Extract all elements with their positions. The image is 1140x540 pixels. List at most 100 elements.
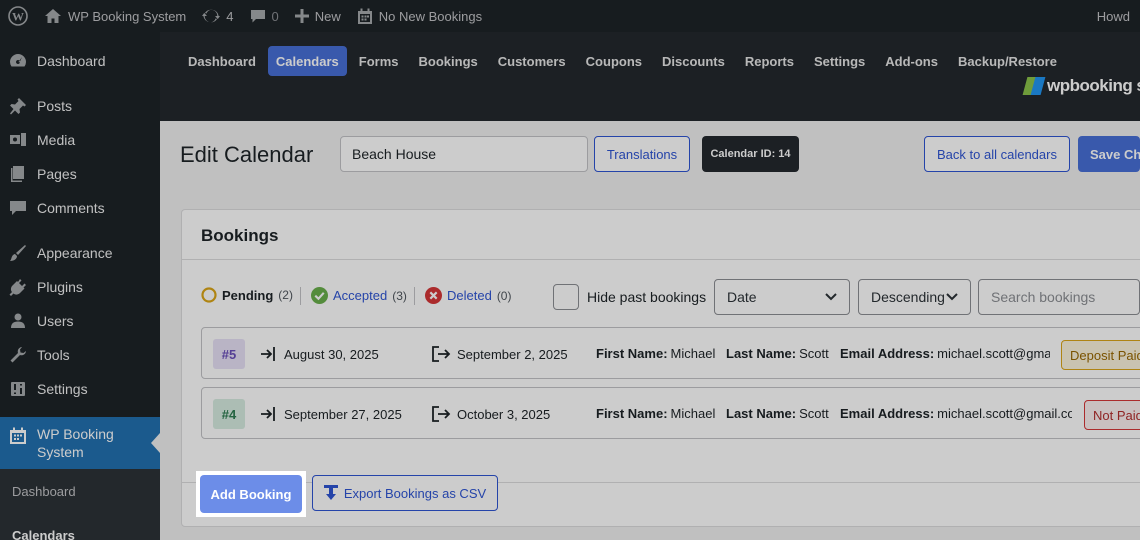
pin-icon <box>10 98 26 115</box>
sort-order-select[interactable]: Descending <box>858 279 971 315</box>
tab-add-ons[interactable]: Add-ons <box>877 46 946 76</box>
save-changes-button[interactable]: Save Cha <box>1078 136 1140 172</box>
tab-backup-restore[interactable]: Backup/Restore <box>950 46 1065 76</box>
booking-last-name: Last Name: Scott <box>726 346 829 361</box>
brush-icon <box>10 245 26 261</box>
sidebar-item-label: Plugins <box>37 279 83 295</box>
tab-forms[interactable]: Forms <box>351 46 407 76</box>
download-icon <box>323 485 338 500</box>
tab-discounts[interactable]: Discounts <box>654 46 733 76</box>
back-to-calendars-button[interactable]: Back to all calendars <box>924 136 1070 172</box>
field-label: Last Name: <box>726 346 797 361</box>
admin-sidebar: Dashboard Posts Media Pages Comments App… <box>0 32 160 540</box>
status-label: Accepted <box>333 288 388 303</box>
comments-link[interactable]: 0 <box>242 0 287 32</box>
submenu-item-dashboard[interactable]: Dashboard <box>0 476 160 506</box>
search-bookings-input[interactable]: Search bookings <box>978 279 1140 315</box>
add-booking-highlight: Add Booking <box>196 471 306 517</box>
translations-button[interactable]: Translations <box>594 136 690 172</box>
admin-bar: W WP Booking System 4 0 New No New Booki… <box>0 0 1140 32</box>
status-filter-pending[interactable]: Pending (2) <box>201 287 293 303</box>
pending-circle-icon <box>201 287 217 303</box>
tab-reports[interactable]: Reports <box>737 46 802 76</box>
sidebar-item-label: Posts <box>37 98 73 114</box>
check-in-icon <box>261 347 275 361</box>
email-value: michael.scott@gmail.com <box>937 346 1050 361</box>
sidebar-item-users[interactable]: Users <box>0 304 160 338</box>
sort-order-value: Descending <box>871 289 945 305</box>
sidebar-item-tools[interactable]: Tools <box>0 338 160 372</box>
status-count: (3) <box>392 288 407 303</box>
account-link[interactable]: Howd <box>1097 0 1140 32</box>
booking-row[interactable]: #5 August 30, 2025 September 2, 2025 Fir… <box>201 327 1140 379</box>
accepted-check-icon <box>311 287 328 304</box>
add-booking-button[interactable]: Add Booking <box>200 475 302 513</box>
sidebar-item-label: Appearance <box>37 245 113 261</box>
pages-icon <box>11 166 24 182</box>
status-divider <box>300 287 301 305</box>
tab-calendars[interactable]: Calendars <box>267 46 347 76</box>
booking-checkin: September 27, 2025 <box>260 406 402 422</box>
sidebar-item-pages[interactable]: Pages <box>0 157 160 191</box>
status-count: (2) <box>278 288 293 302</box>
sidebar-item-label: Settings <box>37 381 88 397</box>
updates-link[interactable]: 4 <box>194 0 241 32</box>
logo-text: wpbooking s <box>1047 76 1140 95</box>
tab-customers[interactable]: Customers <box>490 46 574 76</box>
submenu-item-calendars[interactable]: Calendars <box>0 520 160 540</box>
tab-dashboard[interactable]: Dashboard <box>180 46 264 76</box>
plugin-header: Dashboard Calendars Forms Bookings Custo… <box>160 32 1140 121</box>
chevron-down-icon <box>825 293 837 301</box>
checkin-date: September 27, 2025 <box>284 406 402 422</box>
bookings-notice: No New Bookings <box>378 8 483 24</box>
bookings-notice-link[interactable]: No New Bookings <box>349 0 490 32</box>
user-icon <box>11 313 25 328</box>
sidebar-item-label: Comments <box>37 200 105 216</box>
tab-settings[interactable]: Settings <box>806 46 873 76</box>
logo-mark-icon <box>1022 77 1046 95</box>
status-filter-accepted[interactable]: Accepted (3) <box>311 287 407 304</box>
search-placeholder: Search bookings <box>991 289 1096 305</box>
new-content-link[interactable]: New <box>287 0 349 32</box>
calendar-icon <box>357 8 372 24</box>
hide-past-bookings-label: Hide past bookings <box>587 289 707 305</box>
booking-email: Email Address: michael.scott@gmail.com <box>840 346 1050 361</box>
export-csv-button[interactable]: Export Bookings as CSV <box>312 475 498 511</box>
sidebar-item-label: Tools <box>37 347 70 363</box>
hide-past-bookings-checkbox[interactable] <box>553 284 579 310</box>
main-content: Edit Calendar Beach House Translations C… <box>160 121 1140 540</box>
sidebar-item-media[interactable]: Media <box>0 123 160 157</box>
tab-coupons[interactable]: Coupons <box>578 46 650 76</box>
sort-field-select[interactable]: Date <box>714 279 850 315</box>
sidebar-item-comments[interactable]: Comments <box>0 191 160 225</box>
tab-bookings[interactable]: Bookings <box>411 46 486 76</box>
booking-checkin: August 30, 2025 <box>260 346 379 362</box>
field-label: First Name: <box>596 406 668 421</box>
sidebar-item-posts[interactable]: Posts <box>0 89 160 123</box>
wordpress-logo[interactable]: W <box>0 0 36 32</box>
status-filter-deleted[interactable]: Deleted (0) <box>425 287 511 304</box>
sidebar-item-settings[interactable]: Settings <box>0 372 160 406</box>
home-icon <box>45 9 61 23</box>
status-count: (0) <box>496 288 512 303</box>
sidebar-item-wp-booking-system[interactable]: WP Booking System <box>0 417 160 469</box>
plus-icon <box>294 9 309 23</box>
field-label: First Name: <box>596 346 668 361</box>
comment-icon <box>10 201 26 215</box>
sidebar-item-plugins[interactable]: Plugins <box>0 270 160 304</box>
field-label: Last Name: <box>726 406 797 421</box>
comment-icon <box>250 10 265 23</box>
calendar-name-input[interactable]: Beach House <box>340 136 588 172</box>
check-out-icon <box>432 406 451 422</box>
booking-row[interactable]: #4 September 27, 2025 October 3, 2025 Fi… <box>201 387 1140 439</box>
sidebar-item-dashboard[interactable]: Dashboard <box>0 44 160 78</box>
check-out-icon <box>432 346 451 362</box>
site-name-link[interactable]: WP Booking System <box>36 0 194 32</box>
calendar-id-badge: Calendar ID: 14 <box>702 136 799 172</box>
dashboard-icon <box>10 54 26 67</box>
sidebar-item-appearance[interactable]: Appearance <box>0 236 160 270</box>
checkout-date: September 2, 2025 <box>457 346 568 362</box>
booking-id-badge: #4 <box>213 399 245 429</box>
checkin-date: August 30, 2025 <box>284 346 379 362</box>
page-title: Edit Calendar <box>180 142 314 167</box>
